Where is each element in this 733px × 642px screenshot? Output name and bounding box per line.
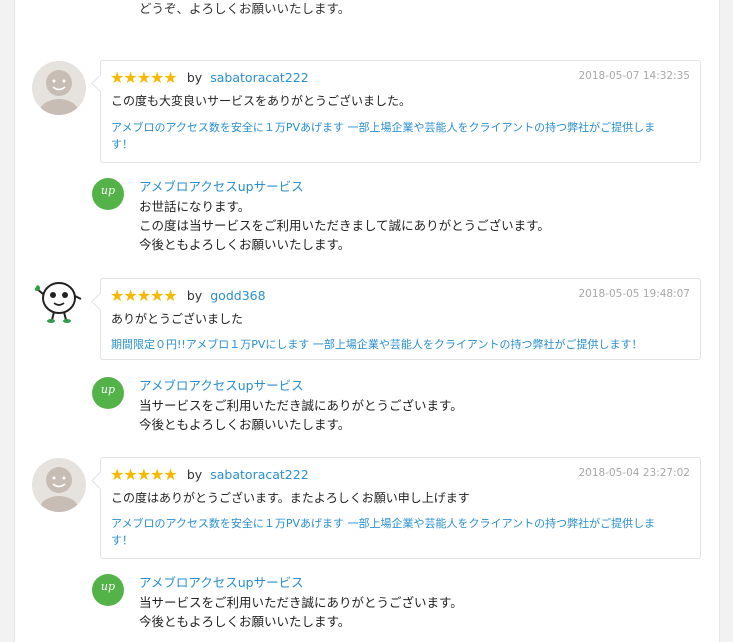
star-icon: ★ [110, 465, 125, 484]
reply-text: 今後ともよろしくお願いいたします。 [139, 614, 351, 629]
seller-icon[interactable]: up [92, 178, 124, 210]
avatar[interactable] [32, 458, 86, 512]
service-link[interactable]: アメブロのアクセス数を安全に１万PVあげます 一部上場企業や芸能人をクライアント… [111, 515, 655, 532]
seller-name-link[interactable]: アメブロアクセスupサービス [139, 375, 304, 394]
reply-text: 今後ともよろしくお願いいたします。 [139, 417, 351, 432]
seller-logo-text: up [100, 184, 116, 197]
star-icon: ★ [150, 68, 165, 87]
seller-name-link[interactable]: アメブロアクセスupサービス [139, 176, 304, 195]
star-icon: ★ [163, 465, 178, 484]
default-avatar-icon [32, 61, 86, 115]
character-avatar-icon [32, 274, 86, 328]
star-icon: ★ [123, 465, 138, 484]
review-text: この度はありがとうございます。またよろしくお願い申し上げます [111, 491, 470, 505]
service-link-continued[interactable]: す！ [111, 532, 133, 549]
reply-text: この度は当サービスをご利用いただきまして誠にありがとうございます。 [139, 218, 550, 233]
reply-text: 今後ともよろしくお願いいたします。 [139, 237, 351, 252]
reviewer-username-link[interactable]: sabatoracat222 [210, 70, 308, 85]
review-header: ★★★★★ by sabatoracat222 [110, 67, 309, 87]
avatar[interactable] [32, 61, 86, 115]
review-date: 2018-05-05 19:48:07 [578, 288, 690, 300]
star-rating: ★★★★★ [110, 286, 178, 305]
star-icon: ★ [136, 286, 152, 305]
reviewer-username-link[interactable]: sabatoracat222 [210, 467, 308, 482]
star-icon: ★ [150, 286, 165, 305]
star-icon: ★ [150, 465, 165, 484]
service-link-continued[interactable]: す！ [111, 136, 133, 153]
review-card: ★★★★★ by godd368 2018-05-05 19:48:07 ありが… [100, 278, 701, 360]
star-icon: ★ [110, 286, 125, 305]
reply-text: 当サービスをご利用いただき誠にありがとうございます。 [139, 398, 463, 413]
by-label: by [186, 288, 203, 303]
default-avatar-icon [32, 458, 86, 512]
service-link[interactable]: 期間限定０円!!アメブロ１万PVにします 一部上場企業や芸能人をクライアントの持… [111, 336, 642, 353]
review-header: ★★★★★ by godd368 [110, 285, 266, 305]
seller-icon[interactable]: up [92, 377, 124, 409]
by-label: by [186, 467, 203, 482]
seller-name-link[interactable]: アメブロアクセスupサービス [139, 572, 304, 591]
review-date: 2018-05-07 14:32:35 [578, 70, 690, 82]
star-icon: ★ [163, 286, 178, 305]
star-rating: ★★★★★ [110, 68, 178, 87]
review-card: ★★★★★ by sabatoracat222 2018-05-04 23:27… [100, 457, 701, 559]
reviewer-username-link[interactable]: godd368 [210, 288, 265, 303]
seller-icon[interactable]: up [92, 574, 124, 606]
star-icon: ★ [136, 465, 152, 484]
seller-logo-text: up [100, 383, 116, 396]
star-icon: ★ [123, 68, 138, 87]
seller-logo-text: up [100, 580, 116, 593]
service-link[interactable]: アメブロのアクセス数を安全に１万PVあげます 一部上場企業や芸能人をクライアント… [111, 119, 655, 136]
review-text: この度も大変良いサービスをありがとうございました。 [111, 94, 412, 108]
star-icon: ★ [110, 68, 125, 87]
reply-text: 当サービスをご利用いただき誠にありがとうございます。 [139, 595, 463, 610]
star-icon: ★ [123, 286, 138, 305]
review-header: ★★★★★ by sabatoracat222 [110, 464, 309, 484]
previous-reply-text: どうぞ、よろしくお願いいたします。 [139, 1, 351, 16]
star-icon: ★ [163, 68, 178, 87]
review-text: ありがとうございました [111, 312, 244, 326]
avatar[interactable] [32, 274, 86, 328]
by-label: by [186, 70, 203, 85]
star-icon: ★ [136, 68, 152, 87]
star-rating: ★★★★★ [110, 465, 178, 484]
review-card: ★★★★★ by sabatoracat222 2018-05-07 14:32… [100, 60, 701, 163]
reply-text: お世話になります。 [139, 199, 251, 214]
review-date: 2018-05-04 23:27:02 [578, 467, 690, 479]
